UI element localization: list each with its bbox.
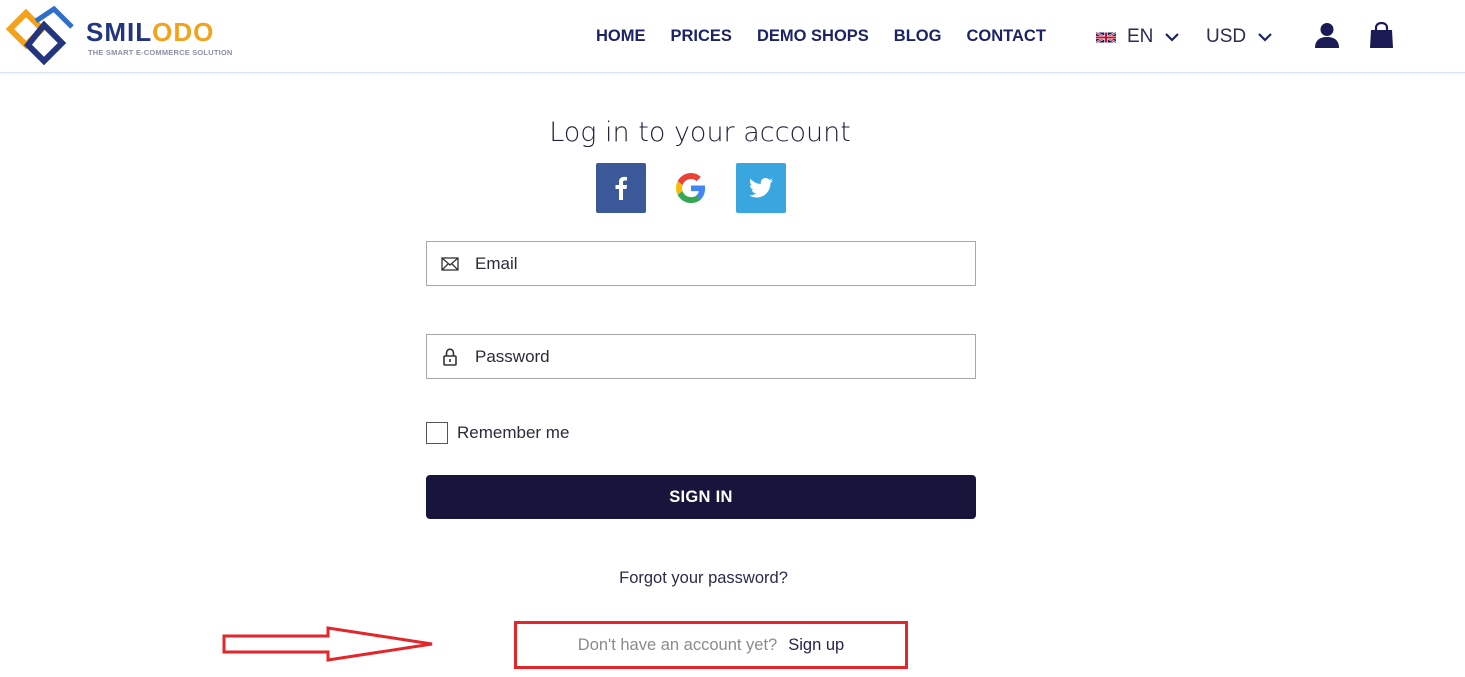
signup-question: Don't have an account yet?: [577, 635, 778, 654]
password-input[interactable]: [475, 346, 935, 367]
remember-me[interactable]: Remember me: [426, 422, 569, 444]
remember-me-checkbox[interactable]: [426, 422, 448, 444]
google-login-button[interactable]: [666, 163, 716, 213]
forgot-password-link[interactable]: Forgot your password?: [0, 569, 1407, 588]
email-input[interactable]: [475, 253, 935, 274]
twitter-icon: [749, 178, 773, 198]
nav-home[interactable]: HOME: [596, 27, 646, 46]
chevron-down-icon: [1258, 33, 1272, 42]
language-selector[interactable]: EN: [1096, 26, 1180, 48]
nav-contact[interactable]: CONTACT: [966, 27, 1045, 46]
smilodo-logo[interactable]: SMILODO THE SMART E-COMMERCE SOLUTION: [6, 3, 246, 69]
lock-icon: [440, 347, 460, 367]
twitter-login-button[interactable]: [736, 163, 786, 213]
remember-me-label: Remember me: [457, 423, 570, 442]
user-icon[interactable]: [1314, 22, 1340, 49]
site-header: SMILODO THE SMART E-COMMERCE SOLUTION HO…: [0, 0, 1465, 73]
facebook-login-button[interactable]: [596, 163, 646, 213]
page-title: Log in to your account: [549, 117, 851, 148]
red-arrow-annotation: [222, 626, 433, 662]
email-field[interactable]: [426, 241, 976, 286]
logo-mark-icon: [6, 5, 74, 66]
currency-selector[interactable]: USD: [1206, 26, 1272, 48]
currency-label: USD: [1206, 26, 1247, 47]
main-nav: HOME PRICES DEMO SHOPS BLOG CONTACT: [596, 27, 1071, 46]
nav-prices[interactable]: PRICES: [671, 27, 732, 46]
facebook-icon: [615, 176, 627, 200]
nav-blog[interactable]: BLOG: [894, 27, 942, 46]
chevron-down-icon: [1165, 33, 1180, 42]
sign-in-button[interactable]: SIGN IN: [426, 475, 976, 519]
nav-demo-shops[interactable]: DEMO SHOPS: [757, 27, 869, 46]
logo-wordmark: SMILODO: [86, 17, 215, 47]
shopping-bag-icon[interactable]: [1369, 22, 1394, 49]
uk-flag-icon: [1096, 31, 1116, 43]
sign-up-link[interactable]: Sign up: [788, 636, 844, 655]
language-label: EN: [1127, 26, 1154, 47]
signup-highlight-box: Don't have an account yet? Sign up: [514, 621, 908, 669]
envelope-icon: [440, 254, 460, 274]
password-field[interactable]: [426, 334, 976, 379]
logo-tagline: THE SMART E-COMMERCE SOLUTION: [88, 48, 233, 57]
google-icon: [676, 173, 706, 203]
